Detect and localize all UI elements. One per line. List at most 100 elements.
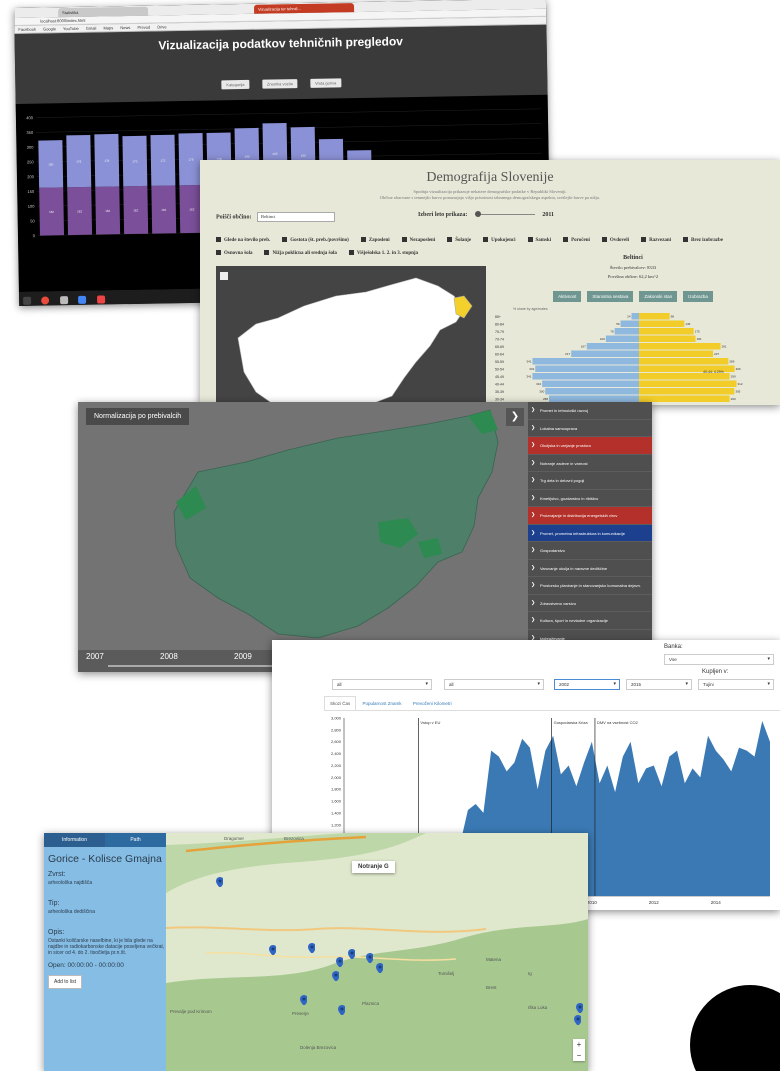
chevron-right-icon[interactable]: ❯ [506, 408, 524, 426]
timeline-year[interactable]: 2008 [160, 652, 178, 661]
map-pin-icon[interactable] [576, 1003, 583, 1013]
municipality-map-svg[interactable] [216, 266, 486, 405]
filter-checkbox[interactable]: Višješolska 1. 2. in 3. stopnja [349, 251, 418, 256]
filter-checkbox[interactable]: Upokojenci [483, 238, 515, 243]
timeline-year[interactable]: 2007 [86, 652, 104, 661]
google-icon[interactable] [78, 295, 87, 304]
map-pin-icon[interactable] [338, 1005, 345, 1015]
brand-button[interactable]: Znamka vozila [261, 79, 298, 89]
filter-checkbox[interactable]: Osnovna šola [216, 251, 252, 256]
bought-in-select[interactable]: Tujini [698, 679, 774, 690]
start-icon[interactable] [23, 296, 32, 305]
budget-category-item[interactable]: Lokalna samouprava [528, 420, 652, 437]
male-bar[interactable] [535, 365, 639, 373]
slovenia-budget-map[interactable] [78, 402, 528, 650]
mail-icon[interactable] [59, 296, 69, 305]
budget-category-item[interactable]: Okoljska in urejanje prostora [528, 437, 652, 455]
filter-checkbox[interactable]: Ovdoveli [602, 238, 629, 243]
female-bar[interactable] [639, 358, 729, 365]
filter-checkbox[interactable]: Gostota (št. preb./površino) [282, 238, 349, 243]
budget-category-item[interactable]: Notranje zadeve in varnost [528, 455, 652, 472]
map-zoom-control[interactable] [220, 272, 228, 280]
bookmark[interactable]: News [120, 25, 130, 30]
budget-category-item[interactable]: Prostorsko planiranje in stanovanjsko ko… [528, 577, 652, 595]
budget-category-item[interactable]: Varovanje okolja in naravne dediščine [528, 560, 652, 577]
filter-checkbox[interactable]: Brez izobrazbe [683, 238, 723, 243]
bookmark[interactable]: Drive [157, 24, 166, 29]
filter-checkbox[interactable]: Samski [528, 238, 552, 243]
filter-checkbox[interactable]: Glede na število preb. [216, 238, 270, 243]
male-bar[interactable] [631, 313, 640, 320]
zoom-in-button[interactable]: + [573, 1039, 585, 1050]
bookmark[interactable]: Prevod [137, 25, 150, 30]
filter-checkbox[interactable]: Razvezani [641, 238, 671, 243]
tab-over-time[interactable]: Skozi Čas [324, 696, 357, 710]
map-pin-icon[interactable] [348, 949, 355, 959]
filter-checkbox[interactable]: Nižja poklicna ali srednja šola [264, 251, 336, 256]
browser-tab[interactable]: Statistika [58, 6, 149, 18]
female-bar[interactable] [639, 343, 721, 350]
budget-category-item[interactable]: Zdravstveno varstvo [528, 595, 652, 612]
male-bar[interactable] [532, 358, 639, 365]
zoom-out-button[interactable]: − [573, 1050, 585, 1061]
tab-marital[interactable]: Zakonski stan [639, 291, 678, 302]
female-bar[interactable] [639, 395, 730, 403]
map-pin-icon[interactable] [376, 963, 383, 973]
slovenia-outline[interactable] [173, 409, 499, 639]
browser-tab-active[interactable]: Vizualizacija ter tehnič... [253, 3, 355, 14]
male-bar[interactable] [614, 328, 639, 335]
youtube-icon[interactable] [96, 295, 105, 304]
filter-checkbox[interactable]: Zaposleni [361, 238, 390, 243]
map-pin-icon[interactable] [308, 943, 315, 953]
bookmark[interactable]: Facebook [18, 27, 36, 32]
map-pin-icon[interactable] [300, 995, 307, 1005]
add-to-list-button[interactable]: Add to list [48, 975, 82, 989]
year-slider[interactable] [474, 211, 535, 218]
female-bar[interactable] [639, 335, 696, 343]
male-bar[interactable] [532, 373, 639, 380]
male-bar[interactable] [545, 388, 639, 395]
budget-category-item[interactable]: Trg dela in delovni pogoji [528, 472, 652, 490]
category-button[interactable]: Kategorija [221, 79, 250, 90]
tab-mileage[interactable]: Prevoženi Kilometri [408, 697, 457, 710]
slovenia-map[interactable] [216, 266, 486, 405]
timeline-year[interactable]: 2009 [234, 652, 252, 661]
tab-information[interactable]: Information [44, 833, 105, 847]
tab-age[interactable]: Starostna sestava [587, 291, 634, 302]
bookmark[interactable]: Google [43, 26, 56, 31]
male-bar[interactable] [542, 380, 639, 388]
year-to-select[interactable]: 2015 [626, 679, 692, 690]
fuel-button[interactable]: Vrsta goriva [310, 78, 342, 88]
male-bar[interactable] [620, 320, 639, 328]
tab-brand-popularity[interactable]: Popularnost Znamk [358, 697, 407, 710]
budget-category-item[interactable]: Proizvajanje in distribucija energetskih… [528, 507, 652, 525]
budget-category-item[interactable]: Kmetijstvo, gozdarstvo in ribištvo [528, 490, 652, 507]
map-pin-icon[interactable] [574, 1015, 581, 1025]
map-pin-icon[interactable] [366, 953, 373, 963]
bookmark[interactable]: Gmail [86, 26, 97, 31]
filter-checkbox[interactable]: Šolanje [447, 238, 471, 243]
bookmark[interactable]: Maps [103, 25, 113, 30]
male-bar[interactable] [571, 350, 639, 358]
female-bar[interactable] [639, 388, 735, 395]
tab-activity[interactable]: Aktivnost [553, 291, 582, 302]
bookmark[interactable]: YouTube [63, 26, 79, 31]
filter-checkbox[interactable]: Poročeni [563, 238, 590, 243]
map-pin-icon[interactable] [269, 945, 276, 955]
male-bar[interactable] [605, 335, 639, 343]
female-bar[interactable] [639, 320, 685, 328]
female-bar[interactable] [639, 350, 714, 358]
map-pin-icon[interactable] [332, 971, 339, 981]
normalize-button[interactable]: Normalizacija po prebivalcih [86, 408, 190, 425]
male-bar[interactable] [586, 343, 639, 350]
budget-category-item[interactable]: Kultura, šport in nevladne organizacije [528, 612, 652, 630]
female-bar[interactable] [639, 313, 670, 320]
budget-category-item[interactable]: Promet in tehnološki razvoj [528, 402, 652, 420]
female-bar[interactable] [639, 380, 737, 388]
female-bar[interactable] [639, 328, 694, 335]
filter-checkbox[interactable]: Nezaposleni [402, 238, 436, 243]
filter-select[interactable]: all [332, 679, 432, 690]
map-pin-icon[interactable] [336, 957, 343, 967]
tab-path[interactable]: Path [105, 833, 166, 847]
year-from-select[interactable]: 2002 [554, 679, 620, 690]
